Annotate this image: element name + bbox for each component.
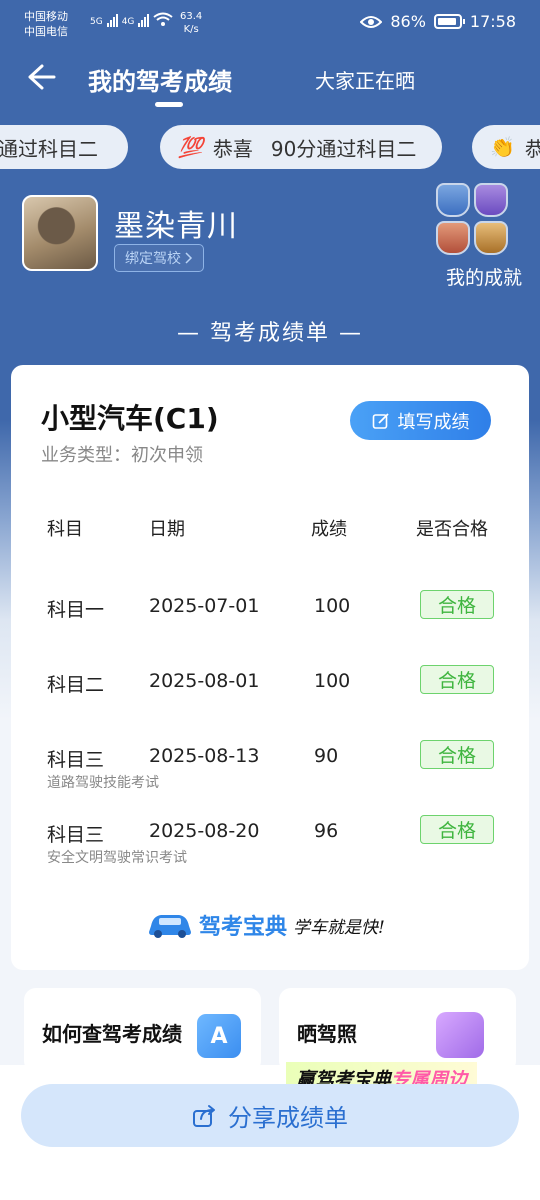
pass-badge: 合格 (420, 590, 494, 619)
speed-value: 63.4 (180, 11, 203, 22)
license-type: 小型汽车(C1) (41, 402, 219, 435)
row-date: 2025-07-01 (149, 595, 260, 617)
status-bar: 中国移动 中国电信 5G 4G 63.4 K/s 86% 17:58 (0, 0, 540, 48)
photo-icon (436, 1012, 484, 1058)
row-score: 96 (314, 820, 339, 842)
wifi-icon (153, 12, 174, 26)
signal-bars-icon-2 (138, 14, 150, 27)
row-date: 2025-08-20 (149, 820, 260, 842)
ticker-item[interactable]: 💯 恭喜 90分通过科目二 (160, 125, 442, 169)
top-nav: 我的驾考成绩 大家正在晒 (0, 48, 540, 118)
ticker-item[interactable]: 👏 恭 (472, 125, 540, 169)
brand-slogan: 学车就是快! (293, 917, 385, 938)
edit-icon (372, 412, 389, 429)
my-achievements-label[interactable]: 我的成就 (446, 263, 522, 290)
header-score: 成绩 (311, 519, 347, 540)
achievement-badges[interactable] (436, 183, 510, 257)
network-speed: 63.4 K/s (180, 10, 202, 36)
congrats-ticker: 分通过科目二 💯 恭喜 90分通过科目二 👏 恭 (0, 125, 540, 171)
row-date: 2025-08-13 (149, 745, 260, 767)
ticker-text: 90分通过科目二 (270, 136, 417, 161)
network-type-2: 4G (121, 17, 135, 27)
carrier-info: 中国移动 中国电信 (24, 9, 68, 39)
fill-score-label: 填写成绩 (397, 411, 470, 433)
carrier-2: 中国电信 (24, 25, 68, 38)
speed-unit: K/s (183, 24, 199, 35)
tile-label: 如何查驾考成绩 (42, 1022, 182, 1046)
row-subject: 科目二 (47, 674, 105, 696)
tab-my-scores[interactable]: 我的驾考成绩 (88, 62, 232, 97)
user-profile: 墨染青川 绑定驾校 我的成就 (22, 183, 522, 295)
share-icon (193, 1104, 215, 1127)
share-label: 分享成绩单 (228, 1104, 348, 1132)
share-report-button[interactable]: 分享成绩单 (21, 1084, 519, 1147)
badge-icon (474, 183, 508, 217)
user-name: 墨染青川 (114, 209, 238, 244)
hundred-points-icon: 💯 (178, 135, 203, 159)
header-pass: 是否合格 (416, 519, 488, 540)
row-score: 100 (314, 670, 351, 692)
how-to-check-scores-tile[interactable]: 如何查驾考成绩 A (24, 988, 261, 1073)
brand-name: 驾考宝典 (199, 915, 288, 940)
battery-icon (433, 14, 465, 29)
ticker-prefix: 恭 (524, 136, 540, 161)
clock: 17:58 (469, 12, 516, 31)
status-right: 86% 17:58 (360, 12, 516, 31)
tab-everyone-sharing[interactable]: 大家正在晒 (315, 65, 415, 94)
row-subject: 科目一 (47, 599, 105, 621)
header-subject: 科目 (47, 519, 83, 540)
avatar[interactable] (22, 195, 98, 271)
show-license-tile[interactable]: 晒驾照 (279, 988, 516, 1073)
bind-label: 绑定驾校 (125, 251, 181, 267)
search-a-icon: A (197, 1014, 241, 1058)
business-type: 业务类型：初次申领 (41, 445, 203, 466)
clapping-hands-icon: 👏 (490, 135, 515, 159)
carrier-1: 中国移动 (24, 10, 68, 23)
brand-logo: 驾考宝典 学车就是快! (147, 909, 385, 941)
row-subject: 科目三 (47, 749, 105, 771)
row-note: 道路驾驶技能考试 (47, 775, 159, 791)
back-arrow-icon[interactable] (24, 60, 58, 94)
eye-icon (360, 15, 383, 28)
bind-driving-school-button[interactable]: 绑定驾校 (114, 244, 204, 272)
row-subject: 科目三 (47, 824, 105, 846)
fill-score-button[interactable]: 填写成绩 (350, 401, 491, 440)
row-score: 100 (314, 595, 351, 617)
pass-badge: 合格 (420, 815, 494, 844)
badge-icon (436, 221, 470, 255)
badge-icon (436, 183, 470, 217)
ticker-text: 分通过科目二 (0, 136, 98, 161)
signal-bars-icon (106, 14, 118, 27)
header-date: 日期 (149, 519, 185, 540)
score-card: 小型汽车(C1) 业务类型：初次申领 填写成绩 科目 日期 成绩 是否合格 科目… (11, 365, 529, 970)
tile-label: 晒驾照 (297, 1022, 357, 1046)
chevron-right-icon (185, 252, 193, 264)
row-date: 2025-08-01 (149, 670, 260, 692)
row-note: 安全文明驾驶常识考试 (47, 850, 187, 866)
network-type-1: 5G (90, 17, 103, 27)
row-score: 90 (314, 745, 339, 767)
ticker-prefix: 恭喜 (212, 136, 253, 161)
ticker-item[interactable]: 分通过科目二 (0, 125, 128, 169)
battery-percent: 86% (390, 12, 426, 31)
badge-icon (474, 221, 508, 255)
signal-indicators: 5G 4G (90, 12, 174, 27)
tab-indicator (155, 102, 183, 107)
section-title: — 驾考成绩单 — (177, 321, 363, 346)
pass-badge: 合格 (420, 665, 494, 694)
pass-badge: 合格 (420, 740, 494, 769)
car-icon (149, 915, 191, 938)
